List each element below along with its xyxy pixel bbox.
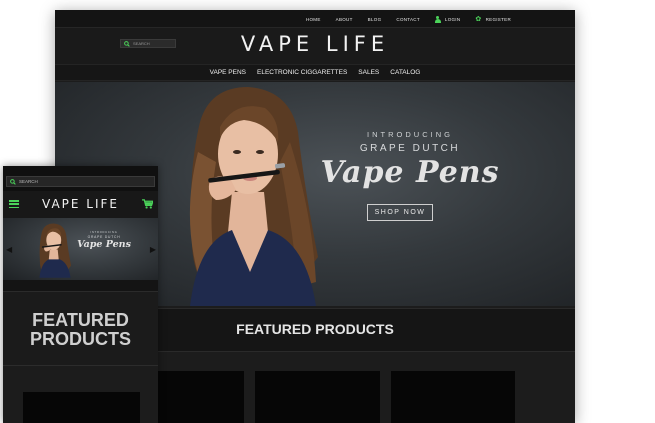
- top-link-about[interactable]: ABOUT: [336, 17, 353, 22]
- mobile-header: VAPE LIFE: [3, 191, 158, 218]
- nav-item-sales[interactable]: SALES: [358, 69, 379, 76]
- mobile-search-placeholder: SEARCH: [19, 179, 38, 184]
- mobile-site-mockup: SEARCH VAPE LIFE INTRODUCING GRAPE DUTCH…: [3, 166, 158, 423]
- top-bar: HOME ABOUT BLOG CONTACT LOGIN ✿ REGISTER: [55, 10, 575, 28]
- register-label: REGISTER: [485, 16, 511, 22]
- chevron-right-icon[interactable]: ▶: [150, 246, 156, 254]
- mobile-search-input[interactable]: SEARCH: [6, 176, 155, 187]
- top-links: HOME ABOUT BLOG CONTACT LOGIN ✿ REGISTER: [306, 10, 511, 28]
- hero-product-name: GRAPE DUTCH: [359, 143, 461, 154]
- site-logo[interactable]: VAPE LIFE: [55, 32, 575, 56]
- main-nav: VAPE PENS ELECTRONIC CIGGARETTES SALES C…: [55, 64, 575, 81]
- mobile-search-bar: SEARCH: [3, 166, 158, 191]
- shop-now-button[interactable]: SHOP NOW: [366, 204, 434, 221]
- mobile-featured-section: FEATURED PRODUCTS: [3, 292, 158, 366]
- login-label: LOGIN: [444, 16, 461, 22]
- nav-item-vape-pens[interactable]: VAPE PENS: [210, 69, 246, 76]
- hero-script-title: Vape Pens: [320, 155, 500, 190]
- product-card[interactable]: [158, 371, 244, 423]
- mobile-divider-strip: [3, 280, 158, 292]
- hero-text: INTRODUCING GRAPE DUTCH Vape Pens SHOP N…: [310, 130, 510, 221]
- login-link[interactable]: LOGIN: [434, 15, 461, 23]
- search-icon: [10, 178, 16, 185]
- site-header: SEARCH VAPE LIFE: [55, 28, 575, 64]
- user-icon: [434, 15, 441, 23]
- hero-intro: INTRODUCING: [367, 130, 453, 139]
- top-link-blog[interactable]: BLOG: [368, 17, 382, 22]
- product-card[interactable]: [255, 371, 380, 423]
- mobile-hero-script-title: Vape Pens: [77, 239, 131, 250]
- register-link[interactable]: ✿ REGISTER: [475, 16, 511, 23]
- mobile-hero-intro: INTRODUCING: [90, 231, 118, 234]
- gear-icon: ✿: [475, 15, 482, 23]
- chevron-left-icon[interactable]: ◀: [6, 246, 12, 254]
- mobile-featured-title: FEATURED PRODUCTS: [29, 310, 131, 349]
- product-card[interactable]: [23, 392, 140, 423]
- nav-item-electronic-cigarettes[interactable]: ELECTRONIC CIGGARETTES: [257, 69, 347, 76]
- hero-model-image: [39, 223, 72, 278]
- nav-item-catalog[interactable]: CATALOG: [390, 69, 420, 76]
- mobile-logo[interactable]: VAPE LIFE: [3, 197, 158, 211]
- mobile-hero-text: INTRODUCING GRAPE DUTCH Vape Pens: [73, 231, 135, 250]
- top-link-home[interactable]: HOME: [306, 17, 321, 22]
- top-link-contact[interactable]: CONTACT: [396, 17, 420, 22]
- product-card[interactable]: [391, 371, 515, 423]
- cart-icon[interactable]: [142, 199, 153, 209]
- mobile-hero-banner: INTRODUCING GRAPE DUTCH Vape Pens ◀ ▶: [3, 218, 158, 280]
